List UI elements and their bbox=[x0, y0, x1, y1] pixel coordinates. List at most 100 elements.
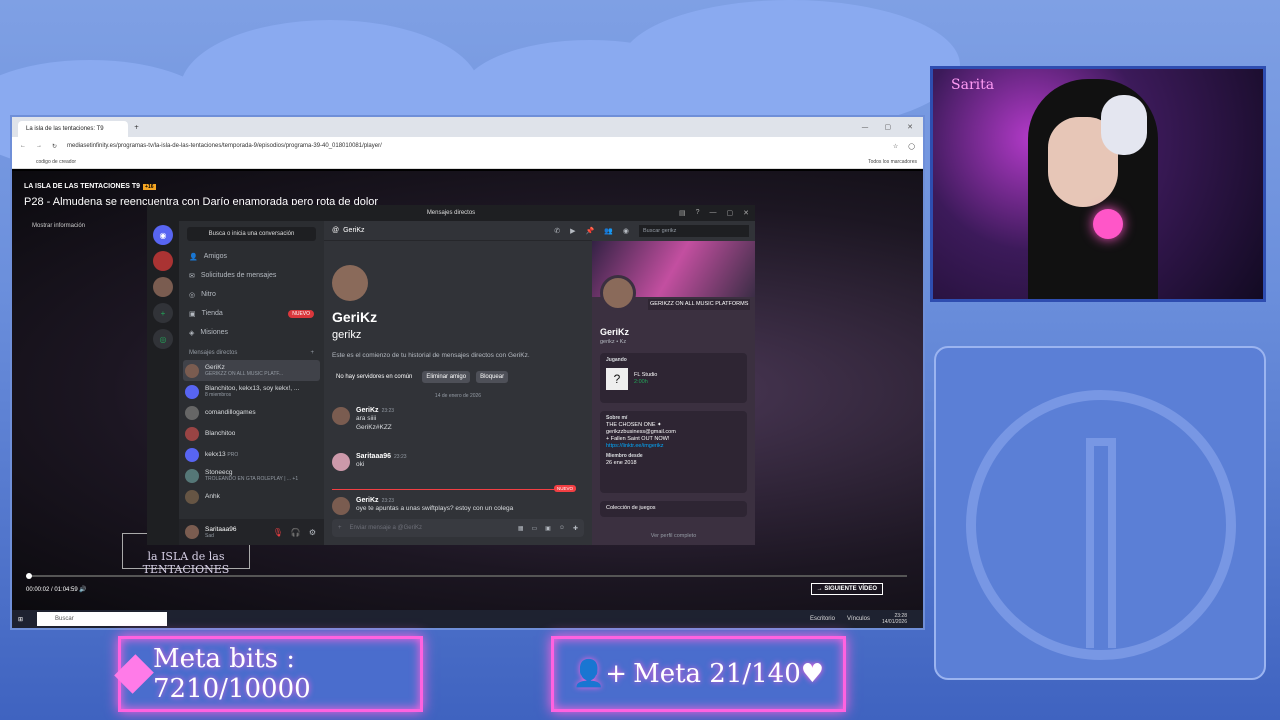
mic-muted-icon[interactable]: 🎙 bbox=[273, 528, 283, 537]
follower-goal-banner: 👤+ Meta 21/140♥ bbox=[551, 636, 846, 712]
avatar bbox=[185, 468, 199, 483]
dm-search-input[interactable]: Busca o inicia una conversación bbox=[187, 227, 316, 241]
settings-icon[interactable]: ⚙ bbox=[309, 528, 316, 537]
volume-icon[interactable]: 🔊 bbox=[79, 587, 86, 593]
taskbar-search[interactable]: Buscar bbox=[37, 612, 168, 626]
chat-toolbar: ✆ ▶ 📌 👥 ◉ Buscar gerikz bbox=[554, 225, 749, 237]
new-badge: NUEVO bbox=[288, 309, 314, 318]
about-card: Sobre mí THE CHOSEN ONE ✦ gerikzzbusines… bbox=[600, 411, 747, 493]
message-input[interactable]: Enviar mensaje a @GeriKz bbox=[350, 525, 422, 531]
profile-link[interactable]: https://linktr.ee/imgerikz bbox=[606, 443, 741, 450]
nav-quests[interactable]: ◈ Misiones bbox=[179, 323, 324, 342]
dm-item[interactable]: Anhk bbox=[179, 486, 324, 507]
taskbar: ⊞ Buscar Escritorio Vínculos 23:28 14/01/… bbox=[12, 610, 923, 628]
sticker-icon[interactable]: ▣ bbox=[545, 525, 551, 532]
quests-icon: ◈ bbox=[189, 329, 195, 337]
video-icon[interactable]: ▶ bbox=[570, 227, 575, 235]
games-collection[interactable]: Colección de juegos bbox=[600, 501, 747, 517]
dm-item[interactable]: GeriKz GERIKZZ ON ALL MUSIC PLATF... bbox=[183, 360, 320, 381]
profile-icon[interactable]: ◯ bbox=[908, 143, 915, 150]
links-label[interactable]: Vínculos bbox=[847, 616, 870, 622]
next-video-button[interactable]: → SIGUIENTE VÍDEO bbox=[810, 583, 883, 595]
add-attachment-icon[interactable]: + bbox=[338, 525, 342, 531]
mutual-servers: No hay servidores en común bbox=[336, 374, 413, 380]
browser-tab-bar: La isla de las tentaciones: T9 + — ▢ ✕ bbox=[12, 117, 923, 137]
apps-icon[interactable]: ✚ bbox=[573, 525, 578, 532]
show-title: LA ISLA DE LAS TENTACIONES T9 +16 bbox=[24, 183, 156, 190]
chat-message: GeriKz 23:23 oye te apuntas a unas swiftp… bbox=[332, 497, 513, 515]
profile-avatar[interactable] bbox=[600, 275, 636, 311]
browser-tab[interactable]: La isla de las tentaciones: T9 bbox=[18, 121, 128, 137]
new-messages-divider: NUEVO bbox=[332, 485, 576, 492]
close-icon[interactable]: ✕ bbox=[907, 123, 913, 131]
avatar bbox=[332, 497, 350, 515]
maximize-icon[interactable]: ▢ bbox=[727, 209, 734, 217]
tab-title: La isla de las tentaciones: T9 bbox=[26, 126, 104, 132]
back-icon[interactable]: ← bbox=[20, 143, 26, 149]
discord-window: Mensajes directos ▤? — ▢ ✕ ◉ + ◎ Busca o in… bbox=[147, 205, 755, 545]
chat-area: @ GeriKz GeriKz gerikz Este es el comienz… bbox=[324, 221, 592, 545]
gif-icon[interactable]: ▭ bbox=[531, 525, 537, 532]
user-avatar[interactable] bbox=[185, 525, 199, 539]
nav-friends[interactable]: 👤 Amigos bbox=[179, 247, 324, 266]
chat-avatar bbox=[332, 265, 368, 301]
clock[interactable]: 23:28 14/01/2026 bbox=[882, 613, 907, 625]
chat-username: gerikz bbox=[332, 329, 362, 341]
view-full-profile-link[interactable]: Ver perfil completo bbox=[592, 533, 755, 539]
windows-start-icon[interactable]: ⊞ bbox=[18, 616, 23, 623]
dm-item[interactable]: Stoneecg TROLEANDO EN GTA ROLEPLAY | ... … bbox=[179, 465, 324, 486]
chat-intro: Este es el comienzo de tu historial de m… bbox=[332, 352, 530, 359]
help-icon[interactable]: ? bbox=[696, 209, 700, 217]
nav-shop[interactable]: ▣ Tienda NUEVO bbox=[179, 304, 324, 323]
chat-message: Saritaaa96 23:23 oki bbox=[332, 453, 407, 471]
progress-handle[interactable] bbox=[26, 573, 32, 579]
chat-actions: No hay servidores en común Eliminar amig… bbox=[332, 371, 509, 383]
mail-icon: ✉ bbox=[189, 272, 195, 280]
discord-home-icon[interactable]: ◉ bbox=[153, 225, 173, 245]
add-dm-icon[interactable]: + bbox=[310, 350, 314, 356]
maximize-icon[interactable]: ▢ bbox=[885, 123, 892, 131]
progress-bar[interactable] bbox=[26, 573, 907, 579]
server-list: ◉ + ◎ bbox=[147, 221, 179, 545]
call-icon[interactable]: ✆ bbox=[554, 227, 560, 235]
headphones-muted-icon[interactable]: 🎧 bbox=[291, 528, 301, 537]
pin-icon[interactable]: 📌 bbox=[585, 227, 594, 235]
gift-icon[interactable]: ▦ bbox=[518, 525, 524, 532]
message-composer[interactable]: + Enviar mensaje a @GeriKz ▦ ▭ ▣ ☺ ✚ bbox=[332, 519, 584, 537]
chat-message: GeriKz 23:23 ara siiii GeriKz#KZZ bbox=[332, 407, 394, 432]
profile-toggle-icon[interactable]: ◉ bbox=[623, 227, 629, 235]
window-title: Mensajes directos bbox=[426, 210, 476, 216]
add-friend-icon[interactable]: 👥 bbox=[604, 227, 613, 235]
star-icon[interactable]: ☆ bbox=[893, 143, 898, 150]
webcam-feed: Sarita bbox=[930, 66, 1266, 302]
all-bookmarks[interactable]: Todos los marcadores bbox=[868, 159, 923, 165]
dm-item[interactable]: comandillogames bbox=[179, 402, 324, 423]
server-icon[interactable] bbox=[153, 251, 173, 271]
dm-item[interactable]: Blanchitoo bbox=[179, 423, 324, 444]
more-info-button[interactable]: Mostrar información bbox=[32, 223, 85, 229]
dm-item[interactable]: Blanchitoo, kekx13, soy kekx!, ... 8 miem… bbox=[179, 381, 324, 402]
activity-card: Jugando ? FL Studio 2:00h bbox=[600, 353, 747, 403]
inbox-icon[interactable]: ▤ bbox=[679, 209, 686, 217]
new-tab-icon[interactable]: + bbox=[134, 124, 139, 131]
url-input[interactable]: mediasetinfinity.es/programas-tv/la-isla… bbox=[67, 143, 883, 149]
block-button[interactable]: Bloquear bbox=[476, 371, 509, 383]
forward-icon[interactable]: → bbox=[36, 143, 42, 149]
emoji-icon[interactable]: ☺ bbox=[559, 525, 565, 532]
bookmark-item[interactable]: codigo de creador bbox=[36, 159, 76, 165]
close-icon[interactable]: ✕ bbox=[743, 209, 749, 217]
desktop-label[interactable]: Escritorio bbox=[810, 616, 835, 622]
add-server-icon[interactable]: + bbox=[153, 303, 173, 323]
chat-search-input[interactable]: Buscar gerikz bbox=[639, 225, 749, 237]
nav-message-requests[interactable]: ✉ Solicitudes de mensajes bbox=[179, 266, 324, 285]
discover-icon[interactable]: ◎ bbox=[153, 329, 173, 349]
headphones-icon bbox=[1101, 95, 1147, 155]
reload-icon[interactable]: ↻ bbox=[52, 143, 57, 150]
profile-tag: gerikz • Kz bbox=[600, 339, 627, 345]
minimize-icon[interactable]: — bbox=[862, 123, 869, 131]
minimize-icon[interactable]: — bbox=[710, 209, 717, 217]
remove-friend-button[interactable]: Eliminar amigo bbox=[422, 371, 471, 383]
dm-item[interactable]: kekx13 PRO bbox=[179, 444, 324, 465]
server-icon[interactable] bbox=[153, 277, 173, 297]
nav-nitro[interactable]: ◎ Nitro bbox=[179, 285, 324, 304]
